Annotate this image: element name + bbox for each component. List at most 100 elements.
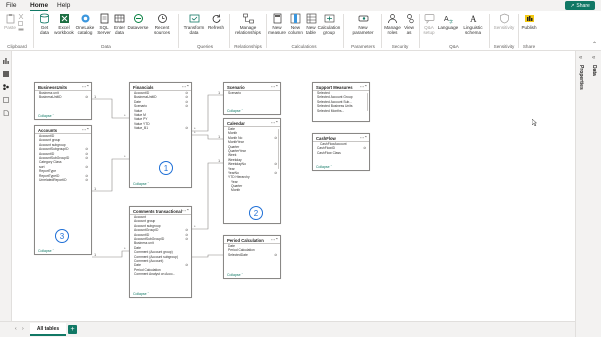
tmdl-view-icon[interactable]	[3, 110, 9, 116]
field[interactable]: Comment Analyst on Acco...	[130, 272, 191, 276]
scrollbar[interactable]	[366, 93, 368, 111]
new-parameter-button[interactable]: New parameter	[348, 13, 378, 35]
field[interactable]: Scenario	[224, 91, 280, 95]
chevron-up-icon[interactable]: ⌃	[86, 127, 89, 132]
new-table-button[interactable]: New table	[305, 13, 317, 35]
collapse-panel-icon[interactable]: «	[579, 55, 582, 61]
scroll-right-icon[interactable]: ›	[22, 326, 24, 332]
new-table-icon	[306, 13, 317, 24]
share-group-label: Share	[522, 44, 536, 49]
svg-text:*: *	[124, 113, 126, 118]
collapse-link[interactable]: Collapse ˆ	[227, 273, 243, 277]
transform-data-button[interactable]: Transform data	[183, 13, 205, 35]
divider	[343, 14, 344, 48]
calculation-group-button[interactable]: Calculation group	[318, 13, 340, 35]
table-comments-transactional[interactable]: Comments transactional ⋯ ⌃ Account Account…	[129, 206, 192, 298]
format-painter-icon[interactable]	[18, 28, 24, 33]
divider	[381, 14, 382, 48]
table-title: Scenario	[227, 84, 245, 90]
callout-badge-1: 1	[159, 161, 173, 175]
field[interactable]: SelectedDate ⊘	[224, 253, 280, 257]
collapse-ribbon-icon[interactable]: ⌃	[592, 41, 597, 48]
sensitivity-button[interactable]: Sensitivity	[492, 13, 516, 30]
relationship-lines: 1* 1* *1 *1 *1 1*	[92, 90, 223, 258]
enter-data-button[interactable]: Enter data	[113, 13, 126, 35]
language-icon: A字	[443, 13, 454, 24]
chevron-up-icon[interactable]: ⌃	[275, 120, 278, 125]
dataverse-button[interactable]: Dataverse	[127, 13, 149, 30]
relationships-icon	[242, 13, 254, 24]
onelake-catalog-button[interactable]: OneLake catalog	[75, 13, 95, 35]
table-businessunits[interactable]: BusinessUnits ⋯ ⌃ Business unit BusinessUn…	[34, 82, 92, 120]
scroll-left-icon[interactable]: ‹	[15, 326, 17, 332]
view-as-button[interactable]: View as	[402, 13, 416, 35]
dax-query-view-icon[interactable]	[3, 97, 9, 103]
divider	[518, 14, 519, 48]
svg-text:1: 1	[94, 94, 97, 99]
language-button[interactable]: A字 Language	[438, 13, 458, 30]
get-data-button[interactable]: Get data	[36, 13, 53, 35]
scrollbar[interactable]	[277, 129, 279, 169]
field[interactable]: Value_B1 ⊘	[130, 126, 191, 130]
copy-icon[interactable]	[18, 21, 24, 26]
collapse-panel-icon[interactable]: «	[592, 55, 595, 61]
new-column-button[interactable]: New column	[287, 13, 304, 35]
data-pane-tab[interactable]: Data	[591, 65, 597, 76]
chevron-up-icon[interactable]: ⌃	[86, 84, 89, 89]
tab-all-tables[interactable]: All tables	[30, 323, 66, 336]
callout-badge-3: 3	[55, 229, 69, 243]
qa-setup-button[interactable]: Q&A setup	[422, 13, 436, 35]
onelake-icon	[80, 13, 91, 24]
menu-help[interactable]: Help	[57, 2, 70, 9]
refresh-button[interactable]: Refresh	[207, 13, 225, 30]
divider	[266, 14, 267, 48]
properties-pane-tab[interactable]: Properties	[578, 65, 584, 90]
share-button[interactable]: ↗ Share	[565, 1, 595, 10]
collapse-link[interactable]: Collapse ˆ	[227, 109, 243, 113]
manage-roles-button[interactable]: Manage roles	[384, 13, 401, 35]
collapse-link[interactable]: Collapse ˆ	[133, 292, 149, 296]
chevron-up-icon[interactable]: ⌃	[364, 135, 367, 140]
chevron-up-icon[interactable]: ⌃	[275, 84, 278, 89]
chevron-up-icon[interactable]: ⌃	[186, 84, 189, 89]
table-icon	[114, 13, 125, 24]
calculations-group-label: Calculations	[291, 44, 317, 49]
collapse-link[interactable]: Collapse ˆ	[38, 114, 54, 118]
new-measure-button[interactable]: New measure	[268, 13, 286, 35]
collapse-link[interactable]: Collapse ˆ	[316, 165, 332, 169]
table-period-calculation[interactable]: Period Calculation ⋯ ⌃ Date Period Calcula…	[223, 235, 281, 279]
excel-workbook-button[interactable]: Excel workbook	[54, 13, 74, 35]
cut-icon[interactable]	[18, 13, 24, 20]
publish-button[interactable]: Publish	[520, 13, 538, 30]
model-view-icon[interactable]	[3, 84, 9, 91]
paste-button[interactable]: Paste	[4, 13, 16, 30]
menu-file[interactable]: File	[6, 2, 16, 9]
chevron-up-icon[interactable]: ⌃	[364, 84, 367, 89]
divider	[33, 14, 34, 48]
svg-text:1: 1	[218, 158, 221, 163]
callout-badge-2: 2	[249, 206, 263, 220]
sql-server-button[interactable]: SQL Server	[97, 13, 111, 35]
collapse-link[interactable]: Collapse ˆ	[133, 182, 149, 186]
collapse-link[interactable]: Collapse ˆ	[38, 249, 54, 253]
report-view-icon[interactable]	[3, 58, 9, 64]
table-scenario[interactable]: Scenario ⋯ ⌃ Scenario Collapse ˆ	[223, 82, 281, 115]
linguistic-schema-button[interactable]: A Linguistic schema	[460, 13, 486, 35]
model-canvas[interactable]: 1 * 1 * * 1 * 1 * 1 1 * BusinessUnits ⋯ ⌃ Busine…	[12, 51, 575, 321]
field[interactable]: Selected Months...	[313, 109, 369, 113]
view-switcher	[0, 51, 12, 321]
table-cashflow[interactable]: CashFlow ⋯ ⌃ CashFlowAccount CashFlowID ⊘ C…	[312, 133, 370, 171]
chevron-up-icon[interactable]: ⌃	[186, 208, 189, 213]
table-view-icon[interactable]	[3, 71, 9, 77]
field[interactable]: UnrelatedReportID ⊘	[35, 178, 91, 182]
recent-sources-button[interactable]: Recent sources	[151, 13, 173, 35]
menu-home[interactable]: Home	[30, 2, 49, 11]
field[interactable]: Month	[224, 188, 280, 192]
chevron-up-icon[interactable]: ⌃	[275, 237, 278, 242]
field[interactable]: CashFlow Class	[313, 151, 369, 155]
table-support-measures[interactable]: Support Measures ⋯ ⌃ Selected Selected Acc…	[312, 82, 370, 122]
clipboard-group-label: Clipboard	[7, 44, 27, 49]
manage-relationships-button[interactable]: Manage relationships	[234, 13, 262, 35]
field[interactable]: BusinessUnitID ⊘	[35, 95, 91, 99]
add-layout-button[interactable]: +	[68, 325, 77, 334]
